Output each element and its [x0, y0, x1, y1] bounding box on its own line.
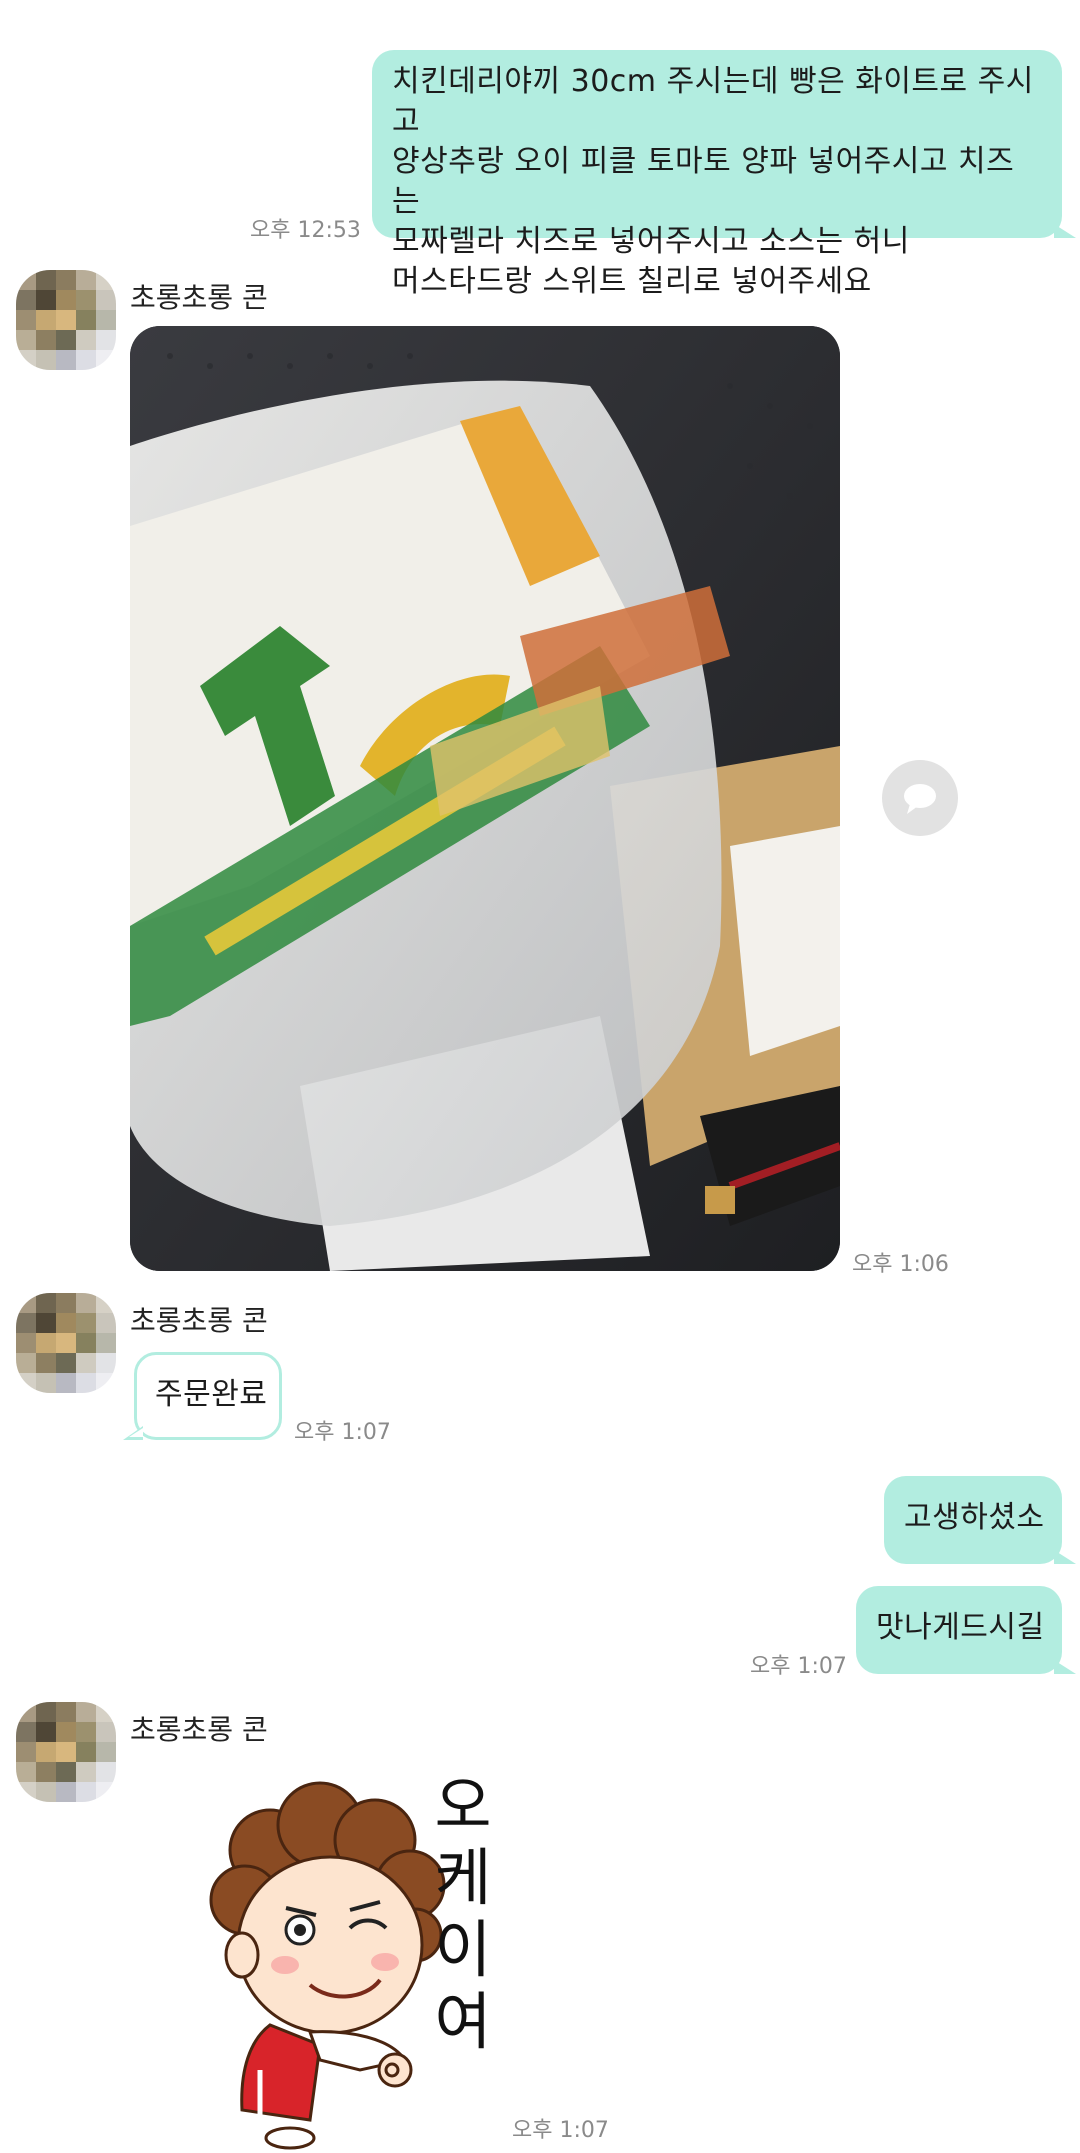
avatar[interactable] [16, 1702, 116, 1802]
avatar[interactable] [16, 1293, 116, 1393]
message-time: 오후 12:53 [250, 218, 361, 243]
bubble-tail-inner [129, 1428, 143, 1437]
outgoing-message[interactable]: 맛나게드시길 [856, 1586, 1076, 1674]
sender-name: 초롱초롱 콘 [130, 1713, 268, 1746]
sticker-char: 이 [434, 1913, 492, 1986]
share-glyph [904, 784, 936, 814]
sender-name: 초롱초롱 콘 [130, 1304, 268, 1337]
sticker-char: 오 [434, 1769, 492, 1842]
sticker-char: 여 [434, 1985, 492, 2058]
bubble-tail [1054, 224, 1076, 238]
message-line: 머스타드랑 스위트 칠리로 넣어주세요 [392, 264, 872, 299]
bubble-tail [1054, 1660, 1076, 1674]
outgoing-message[interactable]: 고생하셨소 [884, 1476, 1076, 1564]
message-time: 오후 1:07 [512, 2118, 609, 2143]
sticker-caption: 오 케 이 여 [428, 1770, 498, 2058]
message-text: 주문완료 [155, 1377, 268, 1412]
avatar[interactable] [16, 270, 116, 370]
message-line: 양상추랑 오이 피클 토마토 양파 넣어주시고 치즈는 [392, 144, 1015, 219]
curly-hair-ok-sticker-icon [209, 1781, 446, 2150]
sender-name: 초롱초롱 콘 [130, 281, 268, 314]
message-line: 모짜렐라 치즈로 넣어주시고 소스는 허니 [392, 224, 910, 259]
photo-message[interactable] [130, 326, 840, 1271]
message-text: 고생하셨소 [904, 1500, 1045, 1535]
bubble-tail [1054, 1550, 1076, 1564]
incoming-message[interactable]: 주문완료 [123, 1352, 282, 1440]
speech-bubble-icon[interactable] [882, 760, 958, 836]
message-line: 치킨데리야끼 30cm 주시는데 빵은 화이트로 주시고 [392, 64, 1034, 139]
message-text: 맛나게드시길 [876, 1610, 1045, 1645]
sticker-char: 케 [434, 1841, 492, 1914]
message-time: 오후 1:07 [294, 1420, 391, 1445]
message-time: 오후 1:07 [750, 1654, 847, 1679]
message-time: 오후 1:06 [852, 1252, 949, 1277]
outgoing-message-order[interactable]: 치킨데리야끼 30cm 주시는데 빵은 화이트로 주시고 양상추랑 오이 피클 … [372, 50, 1076, 299]
sticker-message[interactable]: 오 케 이 여 [200, 1770, 540, 2150]
subway-bag-photo-icon [130, 326, 840, 1271]
